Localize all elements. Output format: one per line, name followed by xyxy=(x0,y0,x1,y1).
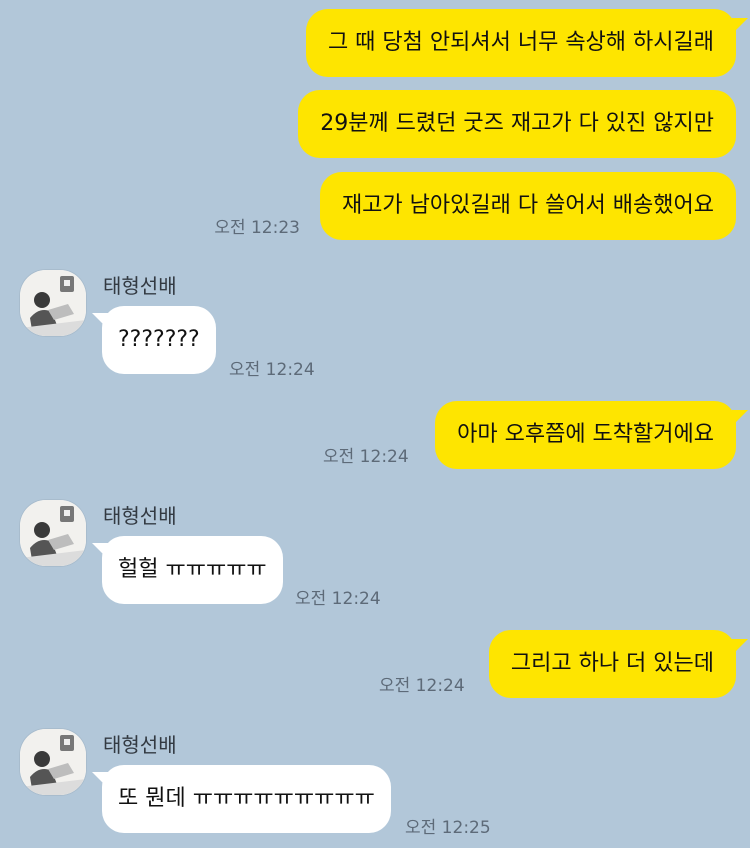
message-timestamp: 오전 12:24 xyxy=(229,360,315,380)
message-timestamp: 오전 12:24 xyxy=(295,589,381,609)
other-message-bubble[interactable]: 헐헐 ㅠㅠㅠㅠㅠ xyxy=(102,536,283,604)
my-message-bubble[interactable]: 그리고 하나 더 있는데 xyxy=(488,630,736,698)
message-timestamp: 오전 12:24 xyxy=(379,676,465,696)
profile-photo-icon xyxy=(20,270,86,336)
other-message-bubble[interactable]: 또 뭔데 ㅠㅠㅠㅠㅠㅠㅠㅠㅠ xyxy=(102,765,391,833)
profile-avatar[interactable] xyxy=(20,500,86,566)
my-message-bubble[interactable]: 그 때 당첨 안되셔서 너무 속상해 하시길래 xyxy=(305,9,736,77)
message-timestamp: 오전 12:23 xyxy=(214,218,300,238)
sender-name: 태형선배 xyxy=(103,733,177,757)
chat-area[interactable]: 그 때 당첨 안되셔서 너무 속상해 하시길래 29분께 드렸던 굿즈 재고가 … xyxy=(0,0,750,848)
other-message-bubble[interactable]: ??????? xyxy=(102,306,216,374)
profile-avatar[interactable] xyxy=(20,729,86,795)
message-timestamp: 오전 12:25 xyxy=(405,818,491,838)
my-message-bubble[interactable]: 재고가 남아있길래 다 쓸어서 배송했어요 xyxy=(319,172,736,240)
profile-photo-icon xyxy=(20,500,86,566)
profile-photo-icon xyxy=(20,729,86,795)
profile-avatar[interactable] xyxy=(20,270,86,336)
my-message-bubble[interactable]: 29분께 드렸던 굿즈 재고가 다 있진 않지만 xyxy=(298,90,736,158)
bubble-tail xyxy=(732,18,748,34)
bubble-tail xyxy=(732,639,748,655)
my-message-bubble[interactable]: 아마 오후쯤에 도착할거에요 xyxy=(435,401,736,469)
message-timestamp: 오전 12:24 xyxy=(323,447,409,467)
sender-name: 태형선배 xyxy=(103,504,177,528)
bubble-tail xyxy=(732,410,748,426)
sender-name: 태형선배 xyxy=(103,274,177,298)
